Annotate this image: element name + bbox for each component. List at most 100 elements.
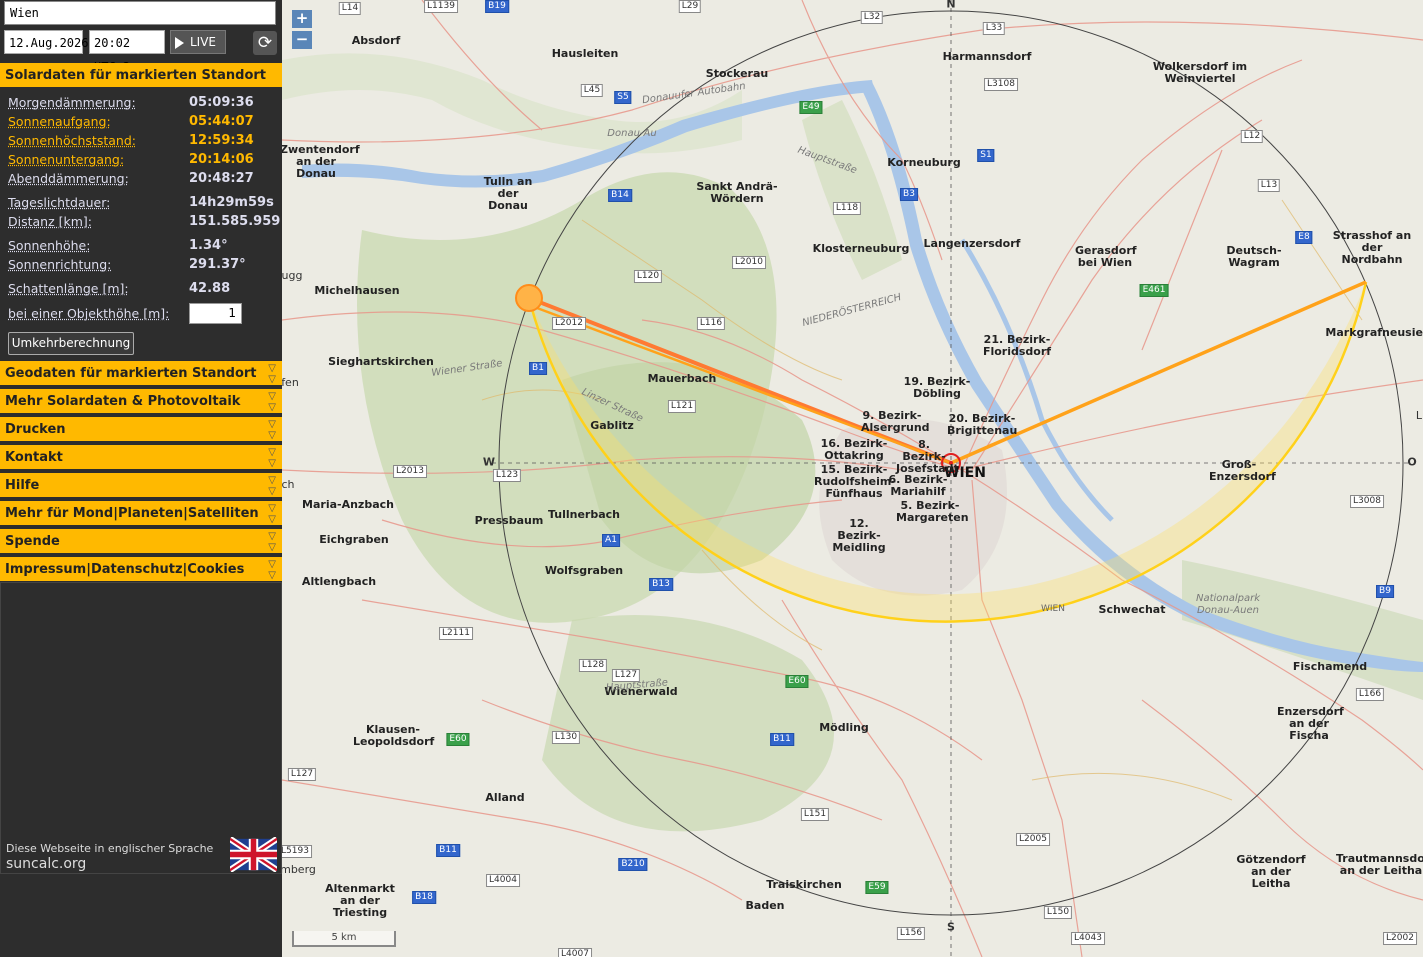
section-contact[interactable]: Kontakt ▽ ▽ <box>0 445 282 471</box>
zoom-out-button[interactable]: − <box>292 31 312 49</box>
chevron-down-icon: ▽ ▽ <box>268 419 276 441</box>
place-label: Gerasdorf bei Wien <box>1075 244 1137 269</box>
road-badge: L2012 <box>552 317 586 330</box>
place-label: Korneuburg <box>887 156 961 169</box>
road-badge: L128 <box>578 659 608 672</box>
road-badge: L3108 <box>984 78 1018 91</box>
section-donate[interactable]: Spende ▽ ▽ <box>0 529 282 555</box>
object-height-label[interactable]: bei einer Objekthöhe [m]: <box>8 306 169 321</box>
daylight-duration-value: 14h29m59s <box>189 195 274 210</box>
place-label: Hausleiten <box>551 47 619 60</box>
sidebar: 12.Aug.2026 20:02 UTC+2 LIVE ⟳ Solardate… <box>0 0 282 957</box>
distance-label[interactable]: Distanz [km]: <box>8 214 92 229</box>
place-label: 15. Bezirk-Rudolfsheim-Fünfhaus <box>814 463 896 500</box>
sun-altitude-label[interactable]: Sonnenhöhe: <box>8 238 90 253</box>
chevron-down-icon: ▽ ▽ <box>268 391 276 413</box>
compass-north: N <box>946 0 956 11</box>
compass-west: W <box>482 455 496 469</box>
road-badge: L4043 <box>1071 932 1105 945</box>
place-label: Sankt Andrä-Wördern <box>696 180 778 205</box>
road-badge: L150 <box>1043 906 1073 919</box>
place-label: Strasshof an der Nordbahn <box>1332 229 1412 266</box>
twilight-evening-label[interactable]: Abenddämmerung: <box>8 171 129 186</box>
section-moon-planets[interactable]: Mehr für Mond|Planeten|Satelliten ▽ ▽ <box>0 501 282 527</box>
location-input[interactable] <box>4 1 276 25</box>
shadow-length-label[interactable]: Schattenlänge [m]: <box>8 281 129 296</box>
english-site-link[interactable]: Diese Webseite in englischer Sprache <box>6 842 213 855</box>
place-label: 8. Bezirk-Josefstadt <box>896 438 959 475</box>
twilight-evening-value: 20:48:27 <box>189 171 254 186</box>
place-label: Sieghartskirchen <box>328 355 434 368</box>
sunrise-label[interactable]: Sonnenaufgang: <box>8 114 111 129</box>
place-label: Mauerbach <box>647 372 717 385</box>
road-badge: B11 <box>770 733 794 746</box>
map-view[interactable]: + − N S W O WIEN Absdorf Hausleiten Stoc… <box>282 0 1423 957</box>
road-badge: B1 <box>529 362 547 375</box>
zoom-in-button[interactable]: + <box>292 10 312 28</box>
road-badge: L4007 <box>558 948 592 957</box>
solar-section-header[interactable]: Solardaten für markierten Standort <box>0 63 282 89</box>
sun-azimuth-label[interactable]: Sonnenrichtung: <box>8 257 111 272</box>
site-name: suncalc.org <box>6 856 87 872</box>
road-badge: L127 <box>611 669 641 682</box>
section-print[interactable]: Drucken ▽ ▽ <box>0 417 282 443</box>
road-badge: L14 <box>338 2 362 15</box>
section-more-solar[interactable]: Mehr Solardaten & Photovoltaik ▽ ▽ <box>0 389 282 415</box>
place-label: Deutsch-Wagram <box>1226 244 1282 269</box>
place-label: 5. Bezirk-Margareten <box>896 499 969 524</box>
road-badge: L32 <box>860 11 884 24</box>
road-badge: L5193 <box>282 845 312 858</box>
place-label: Stockerau <box>705 67 769 80</box>
road-badge: L130 <box>551 731 581 744</box>
inverse-calculation-button[interactable]: Umkehrberechnung <box>8 332 134 355</box>
uk-flag-icon[interactable] <box>230 837 277 872</box>
chevron-down-icon: ▽ ▽ <box>268 447 276 469</box>
section-geodata[interactable]: Geodaten für markierten Standort ▽ ▽ <box>0 361 282 387</box>
solar-noon-label[interactable]: Sonnenhöchststand: <box>8 133 136 148</box>
place-label: Michelhausen <box>314 284 400 297</box>
road-badge: L123 <box>492 469 522 482</box>
road-badge: L33 <box>982 22 1006 35</box>
place-label: Tulln an der Donau <box>483 175 533 212</box>
road-badge: L1139 <box>424 0 458 13</box>
road-badge: L3008 <box>1350 495 1384 508</box>
place-label: Zwentendorf an der Donau <box>282 143 360 180</box>
object-height-input[interactable]: 1 <box>189 303 242 324</box>
time-field[interactable]: 20:02 UTC+2 <box>89 30 165 74</box>
place-label: Nationalpark Donau-Auen <box>1195 593 1261 616</box>
place-label: Klausen-Leopoldsdorf <box>353 723 435 748</box>
compass-east: O <box>1407 455 1417 469</box>
road-badge: L120 <box>633 270 663 283</box>
place-label: Harmannsdorf <box>942 50 1032 63</box>
twilight-morning-label[interactable]: Morgendämmerung: <box>8 95 136 110</box>
place-label: ch <box>282 478 295 491</box>
road-badge: L4004 <box>486 874 520 887</box>
chevron-down-icon: ▽ ▽ <box>268 559 276 581</box>
place-label: Langenzersdorf <box>923 237 1021 250</box>
place-label: Absdorf <box>351 34 401 47</box>
refresh-icon[interactable]: ⟳ <box>253 31 277 55</box>
road-badge: E60 <box>785 675 809 688</box>
place-label: Tullnerbach <box>547 508 621 521</box>
road-badge: B210 <box>618 858 648 871</box>
sunset-label[interactable]: Sonnenuntergang: <box>8 152 124 167</box>
section-imprint[interactable]: Impressum|Datenschutz|Cookies ▽ ▽ <box>0 557 282 583</box>
road-badge: E8 <box>1295 231 1313 244</box>
date-field[interactable]: 12.Aug.2026 <box>4 30 88 54</box>
daylight-duration-label[interactable]: Tageslichtdauer: <box>8 195 110 210</box>
section-help[interactable]: Hilfe ▽ ▽ <box>0 473 282 499</box>
road-badge: L2013 <box>393 465 427 478</box>
road-badge: L151 <box>800 808 830 821</box>
place-label: Gablitz <box>590 419 634 432</box>
place-label: Wolfsgraben <box>544 564 624 577</box>
road-badge: L121 <box>667 400 697 413</box>
place-label: Altenmarkt an der Triesting <box>325 882 395 919</box>
road-badge: L12 <box>1240 130 1264 143</box>
sun-altitude-value: 1.34° <box>189 238 228 253</box>
live-button[interactable]: LIVE <box>170 30 226 54</box>
road-badge: L2002 <box>1383 932 1417 945</box>
place-label: Baden <box>745 899 785 912</box>
place-label: Enzersdorf an der Fischa <box>1277 705 1344 742</box>
sun-azimuth-value: 291.37° <box>189 257 246 272</box>
chevron-down-icon: ▽ ▽ <box>268 363 276 385</box>
